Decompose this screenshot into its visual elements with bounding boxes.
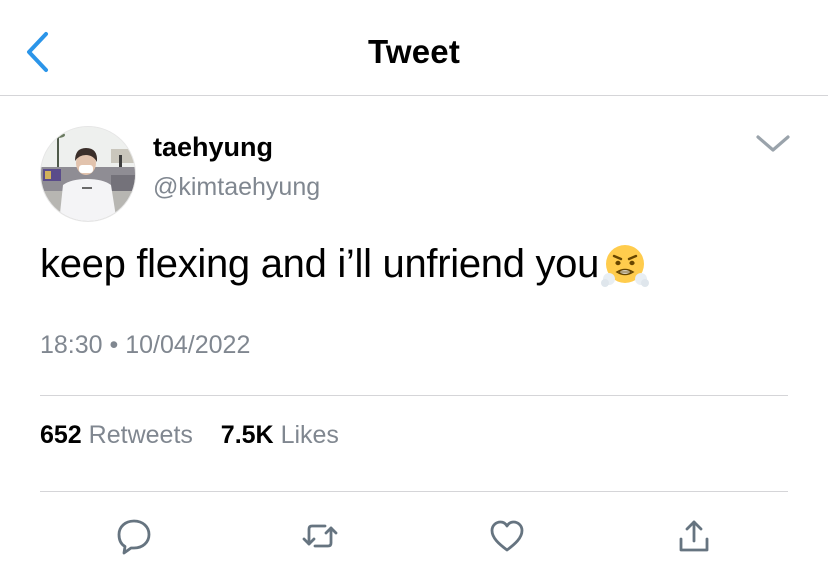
like-button[interactable] <box>487 516 527 556</box>
face-with-steam-emoji-icon <box>601 241 650 289</box>
likes-stat[interactable]: 7.5K Likes <box>214 421 339 449</box>
retweets-stat[interactable]: 652 Retweets <box>40 421 200 449</box>
tweet-options-button[interactable] <box>752 130 794 156</box>
retweets-label: Retweets <box>88 421 193 449</box>
divider <box>40 491 788 492</box>
avatar[interactable] <box>40 126 136 222</box>
likes-count: 7.5K <box>220 421 274 449</box>
tweet-stats: 652 Retweets 7.5K Likes <box>40 421 339 450</box>
likes-label: Likes <box>280 421 339 449</box>
tweet-time: 18:30 <box>40 331 103 359</box>
reply-button[interactable] <box>114 516 154 556</box>
share-button[interactable] <box>674 516 714 556</box>
share-icon <box>679 520 709 552</box>
tweet-text: keep flexing and i’ll unfriend you <box>40 240 650 289</box>
tweet-date: 10/04/2022 <box>125 331 251 359</box>
comment-icon <box>117 519 151 555</box>
page-title: Tweet <box>367 33 461 70</box>
navigation-bar: Tweet <box>0 0 828 96</box>
tweet-timestamp: 18:30 • 10/04/2022 <box>40 331 250 360</box>
retweet-icon <box>302 524 338 548</box>
tweet-body: keep flexing and i’ll unfriend you <box>40 241 600 286</box>
profile-photo <box>41 127 135 221</box>
chevron-down-icon <box>756 135 790 152</box>
meta-separator: • <box>109 331 119 359</box>
author-handle[interactable]: @kimtaehyung <box>153 173 320 202</box>
author-name[interactable]: taehyung <box>153 132 273 163</box>
retweets-count: 652 <box>40 421 82 449</box>
heart-icon <box>490 520 524 552</box>
retweet-button[interactable] <box>300 516 340 556</box>
divider <box>40 395 788 396</box>
